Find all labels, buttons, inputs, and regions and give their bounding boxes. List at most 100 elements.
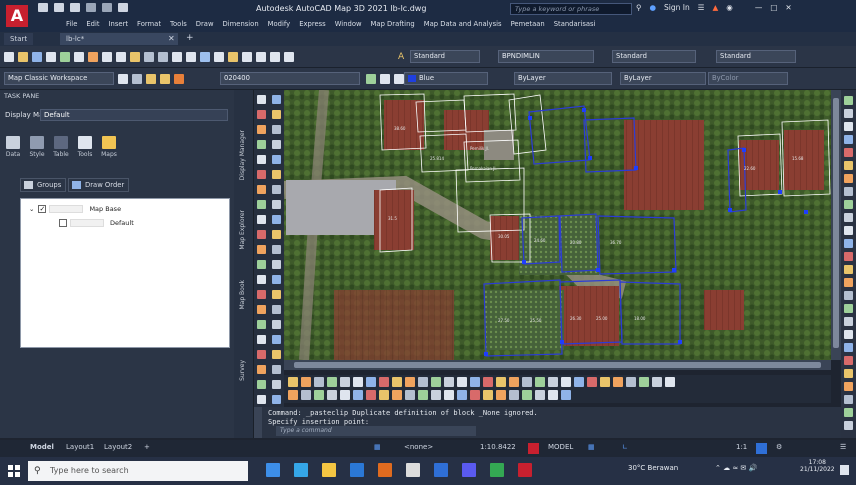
close-icon[interactable]: ✕ bbox=[785, 3, 791, 12]
tool-icon[interactable] bbox=[257, 395, 266, 404]
tool-icon[interactable] bbox=[272, 110, 281, 119]
tool-icon[interactable] bbox=[405, 377, 415, 387]
weather-widget[interactable]: 30°C Berawan bbox=[628, 464, 678, 472]
viewport-scale-select[interactable]: 1:1 bbox=[736, 443, 747, 451]
layer-previous-icon[interactable] bbox=[380, 74, 390, 84]
tool-icon[interactable] bbox=[379, 377, 389, 387]
photos-icon[interactable] bbox=[434, 463, 448, 477]
tree-item-map-base[interactable]: ⌄ ✓ Map Base bbox=[29, 205, 121, 213]
save-file-icon[interactable] bbox=[32, 52, 42, 62]
plotstyle-select[interactable]: ByColor bbox=[708, 72, 788, 85]
qnew-icon[interactable] bbox=[4, 52, 14, 62]
help-tool-icon[interactable] bbox=[284, 52, 294, 62]
tool-icon[interactable] bbox=[639, 377, 649, 387]
tool-icon[interactable] bbox=[257, 260, 266, 269]
tool-icon[interactable] bbox=[272, 350, 281, 359]
plot-icon[interactable] bbox=[46, 52, 56, 62]
tool-icon[interactable] bbox=[535, 390, 545, 400]
design-center-icon[interactable] bbox=[214, 52, 224, 62]
tool-icon[interactable] bbox=[272, 290, 281, 299]
pan-icon[interactable] bbox=[172, 52, 182, 62]
tool-icon[interactable] bbox=[457, 377, 467, 387]
tool-icon[interactable] bbox=[844, 200, 853, 209]
tool-icon[interactable] bbox=[844, 213, 853, 222]
tool-icon[interactable] bbox=[844, 265, 853, 274]
tool-icon[interactable] bbox=[844, 252, 853, 261]
tool-icon[interactable] bbox=[844, 356, 853, 365]
grid-icon[interactable]: ▦ bbox=[374, 443, 381, 451]
tool-icon[interactable] bbox=[844, 369, 853, 378]
tool-icon[interactable] bbox=[844, 343, 853, 352]
help-search-input[interactable]: Type a keyword or phrase bbox=[510, 3, 632, 15]
tool-icon[interactable] bbox=[444, 377, 454, 387]
sign-in-link[interactable]: Sign In bbox=[664, 3, 690, 12]
settings-icon[interactable]: ⚙ bbox=[776, 443, 782, 451]
tab-drawing[interactable]: lb-lc* bbox=[60, 33, 178, 45]
layer-state-icon[interactable] bbox=[146, 74, 156, 84]
open-file-icon[interactable] bbox=[18, 52, 28, 62]
tool-icon[interactable] bbox=[340, 377, 350, 387]
tab-model[interactable]: Model bbox=[30, 443, 54, 451]
tool-icon[interactable] bbox=[257, 200, 266, 209]
user-icon[interactable]: ● bbox=[650, 3, 657, 12]
gear-icon[interactable] bbox=[118, 74, 128, 84]
paste-icon[interactable] bbox=[116, 52, 126, 62]
color-select[interactable]: Blue bbox=[404, 72, 488, 85]
tool-icon[interactable] bbox=[844, 148, 853, 157]
tool-icon[interactable] bbox=[418, 390, 428, 400]
tool-icon[interactable] bbox=[844, 109, 853, 118]
print-icon[interactable] bbox=[118, 3, 128, 12]
markup-icon[interactable] bbox=[256, 52, 266, 62]
model-space-toggle[interactable]: MODEL bbox=[548, 443, 573, 451]
make-current-icon[interactable] bbox=[366, 74, 376, 84]
tool-icon[interactable] bbox=[844, 135, 853, 144]
command-input[interactable]: Type a command bbox=[276, 426, 476, 436]
tool-icon[interactable] bbox=[272, 245, 281, 254]
tool-icon[interactable] bbox=[431, 390, 441, 400]
tool-icon[interactable] bbox=[535, 377, 545, 387]
tool-icon[interactable] bbox=[257, 110, 266, 119]
tool-icon[interactable] bbox=[257, 290, 266, 299]
tool-icon[interactable] bbox=[257, 245, 266, 254]
tool-icon[interactable] bbox=[272, 140, 281, 149]
new-tab-icon[interactable]: + bbox=[186, 33, 194, 43]
workspace-select[interactable]: Map Classic Workspace bbox=[4, 72, 114, 85]
menu-draw[interactable]: Draw bbox=[196, 20, 214, 28]
tool-icon[interactable] bbox=[405, 390, 415, 400]
tool-icon[interactable] bbox=[272, 215, 281, 224]
table-style-select[interactable]: Standard bbox=[612, 50, 696, 63]
tab-draw-order[interactable]: Draw Order bbox=[68, 178, 130, 192]
sun-icon[interactable] bbox=[160, 74, 170, 84]
menu-window[interactable]: Window bbox=[335, 20, 362, 28]
tool-icon[interactable] bbox=[470, 390, 480, 400]
tool-icon[interactable] bbox=[301, 390, 311, 400]
file-explorer-icon[interactable] bbox=[322, 463, 336, 477]
tool-icon[interactable] bbox=[257, 125, 266, 134]
lineweight-select[interactable]: ByLayer bbox=[620, 72, 706, 85]
tool-icon[interactable] bbox=[470, 377, 480, 387]
tool-icon[interactable] bbox=[272, 155, 281, 164]
tool-icon[interactable] bbox=[844, 291, 853, 300]
tool-icon[interactable] bbox=[327, 390, 337, 400]
maps-button[interactable]: Maps bbox=[100, 136, 118, 158]
lock-icon[interactable] bbox=[174, 74, 184, 84]
tool-icon[interactable] bbox=[509, 377, 519, 387]
tool-icon[interactable] bbox=[272, 95, 281, 104]
autodesk-app-icon[interactable]: ▲ bbox=[713, 3, 719, 12]
tool-icon[interactable] bbox=[257, 230, 266, 239]
horizontal-scrollbar[interactable] bbox=[284, 360, 831, 370]
tool-icon[interactable] bbox=[257, 170, 266, 179]
tool-icon[interactable] bbox=[665, 377, 675, 387]
tool-icon[interactable] bbox=[272, 305, 281, 314]
menu-format[interactable]: Format bbox=[137, 20, 161, 28]
system-tray-icons[interactable]: ⌃ ☁ ≈ ✉ 🔊 bbox=[715, 464, 757, 472]
save-icon[interactable] bbox=[70, 3, 80, 12]
new-icon[interactable] bbox=[38, 3, 48, 12]
tool-icon[interactable] bbox=[272, 125, 281, 134]
edge-icon[interactable] bbox=[294, 463, 308, 477]
menu-insert[interactable]: Insert bbox=[109, 20, 129, 28]
menu-tools[interactable]: Tools bbox=[170, 20, 187, 28]
windows-start-button[interactable] bbox=[8, 465, 20, 477]
data-button[interactable]: Data bbox=[4, 136, 22, 158]
tool-icon[interactable] bbox=[522, 390, 532, 400]
